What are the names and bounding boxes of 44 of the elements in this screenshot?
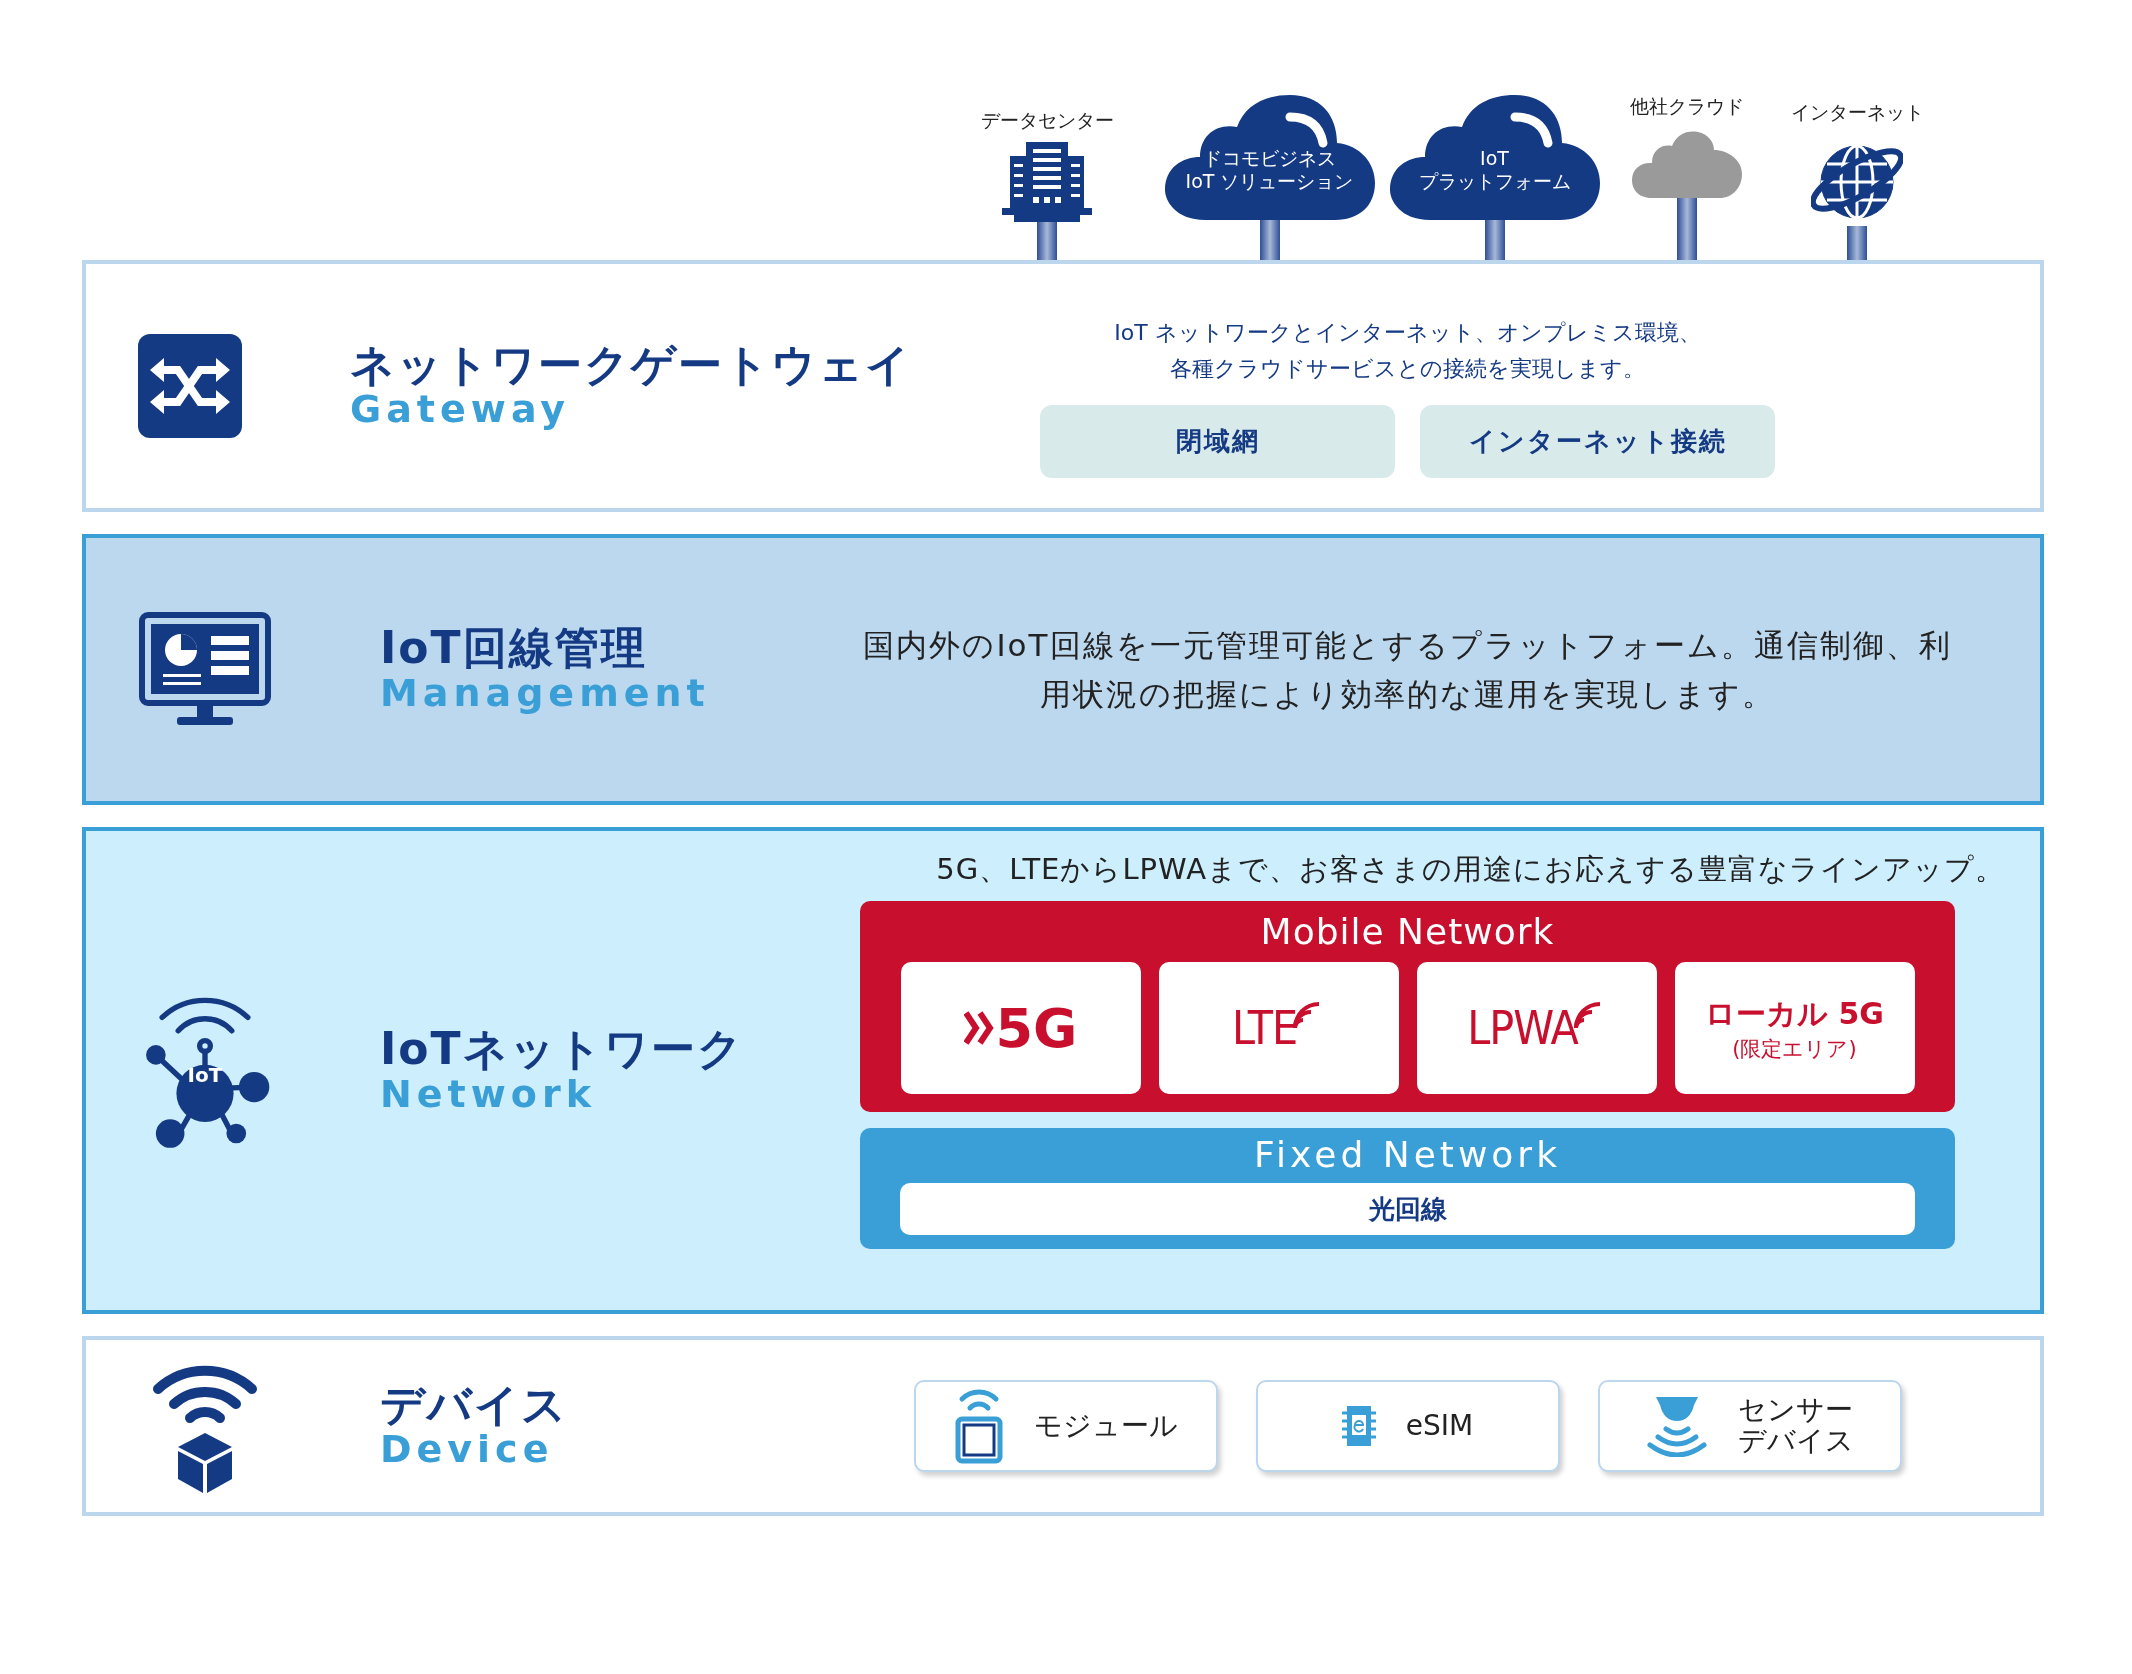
panel-title: Mobile Network <box>1260 911 1555 952</box>
layer-title: ネットワークゲートウェイ <box>350 340 912 390</box>
cloud-label: ドコモビジネス IoT ソリューション <box>1184 147 1355 193</box>
cloud-icon <box>1164 95 1375 220</box>
cloud-icon <box>1389 95 1600 220</box>
card-label: LTE <box>1231 1001 1298 1055</box>
layer-description: IoT ネットワークとインターネット、オンプレミス環境、 各種クラウドサービスとの接続を実現します。 <box>1114 318 1701 383</box>
crossing-arrows-icon <box>138 334 242 438</box>
card-label: ローカル 5G <box>1705 994 1884 1033</box>
connector-pole <box>1677 198 1697 260</box>
monitor-dashboard-icon <box>139 611 271 728</box>
card-label: LPWA <box>1467 1001 1578 1055</box>
option-tag: 閉域網 <box>1040 404 1395 478</box>
device-label: eSIM <box>1405 1410 1474 1442</box>
device-label: モジュール <box>1033 1410 1178 1442</box>
layer-title: IoT回線管理 <box>380 624 648 673</box>
hub-label: IoT <box>187 1062 223 1087</box>
layer-description: 国内外のIoT回線を一元管理可能とするプラットフォーム。通信制御、利 用状況の把握により効率的な運用を実現します。 <box>863 625 1952 714</box>
layer-subtitle: Gateway <box>350 389 572 432</box>
device-label: センサー デバイス <box>1737 1395 1854 1457</box>
card-note: (限定エリア) <box>1732 1035 1857 1063</box>
office-building-icon <box>1002 142 1092 222</box>
connector-pole <box>1484 220 1505 260</box>
wireless-module-icon <box>953 1387 1004 1465</box>
fixed-line-bar: 光回線 <box>900 1183 1915 1235</box>
connector-pole <box>1259 220 1280 260</box>
layer-subtitle: Management <box>380 672 710 715</box>
endpoint-label: インターネット <box>1790 100 1924 125</box>
layer-description: 5G、LTEからLPWAまで、お客さまの用途にお応えする豊富なラインアップ。 <box>936 851 2005 888</box>
sensor-waves-icon <box>1645 1395 1708 1457</box>
layer-subtitle: Network <box>380 1073 597 1116</box>
connector-pole <box>1847 226 1867 260</box>
panel-title: Fixed Network <box>1253 1134 1561 1175</box>
cloud-label: IoT プラットフォーム <box>1417 147 1572 193</box>
endpoint-label: データセンター <box>980 108 1114 133</box>
option-tag: インターネット接続 <box>1420 404 1775 478</box>
layer-title: IoTネットワーク <box>380 1025 744 1074</box>
double-chevron-icon <box>963 1011 994 1045</box>
layer-title: デバイス <box>380 1380 568 1430</box>
connector-pole <box>1037 222 1057 260</box>
sim-chip-icon <box>1341 1403 1376 1449</box>
layer-subtitle: Device <box>380 1429 555 1472</box>
endpoint-label: 他社クラウド <box>1630 94 1744 119</box>
card-label: 5G <box>995 996 1078 1060</box>
